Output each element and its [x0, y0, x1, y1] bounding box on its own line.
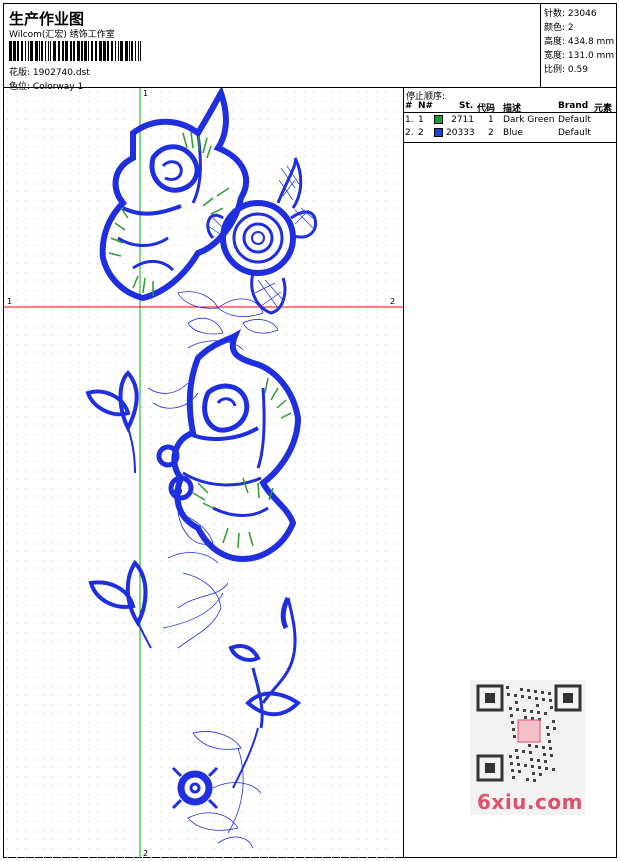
bud-left-lower — [88, 559, 152, 649]
rose-top — [99, 88, 249, 302]
watermark-logo: 6xiu.com — [477, 790, 583, 814]
axis-label-v-bottom: 2 — [143, 849, 148, 858]
row-brand: Default — [558, 128, 591, 138]
col-stitches: St. — [459, 101, 474, 111]
embroidery-design: 1 2 1 2 — [3, 88, 404, 858]
row-needle: 2 — [418, 128, 424, 138]
ribbon-outlines — [162, 512, 229, 649]
row-code: 2 — [488, 128, 494, 138]
axis-label-h-right: 2 — [390, 297, 395, 306]
stat-colors: 颜色: 2 — [544, 23, 574, 33]
row-code: 1 — [488, 115, 494, 125]
row-stitches: 20333 — [446, 128, 475, 138]
stats-panel: 针数: 23046 颜色: 2 高度: 434.8 mm 宽度: 131.0 m… — [541, 3, 617, 88]
row-brand: Default — [558, 115, 591, 125]
stat-stitches: 针数: 23046 — [544, 9, 597, 19]
color-swatch — [434, 128, 443, 137]
col-num: # — [405, 101, 413, 111]
bud-left-upper — [85, 370, 139, 474]
flower-bottom — [171, 766, 219, 810]
row-stitches: 2711 — [451, 115, 474, 125]
col-brand: Brand — [558, 101, 589, 111]
stat-width: 宽度: 131.0 mm — [544, 51, 615, 61]
header-panel: 生产作业图 Wilcom(汇宏) 绣饰工作室 花版: 1902740.dst 色… — [3, 3, 541, 92]
col-needle: N# — [418, 101, 434, 111]
row-needle: 1 — [418, 115, 424, 125]
row-desc: Dark Green — [503, 115, 555, 125]
design-value: 1902740.dst — [32, 68, 90, 78]
qr-pattern — [476, 684, 582, 782]
stat-height: 高度: 434.8 mm — [544, 37, 615, 47]
stop-sequence-panel: 停止顺序: # N# St. 代码 描述 Brand 元素 1. 1 2711 … — [404, 88, 617, 143]
company-name: Wilcom(汇宏) 绣饰工作室 — [9, 30, 115, 40]
rose-middle-green-shading — [192, 377, 292, 549]
design-canvas[interactable]: 1 2 1 2 — [3, 88, 404, 858]
row-num: 2. — [405, 128, 414, 138]
row-desc: Blue — [503, 128, 523, 138]
barcode — [9, 41, 141, 61]
header-divider — [404, 112, 617, 113]
design-label: 花版: — [9, 68, 31, 78]
page-title: 生产作业图 — [9, 10, 85, 28]
stat-scale: 比例: 0.59 — [544, 65, 588, 75]
axis-label-v-top: 1 — [143, 89, 148, 98]
color-swatch — [434, 115, 443, 124]
rose-middle — [171, 329, 302, 562]
row-num: 1. — [405, 115, 414, 125]
design-info: 花版: 1902740.dst — [9, 65, 90, 78]
rose-top-green-shading — [108, 131, 230, 296]
axis-label-h-left: 1 — [7, 297, 12, 306]
